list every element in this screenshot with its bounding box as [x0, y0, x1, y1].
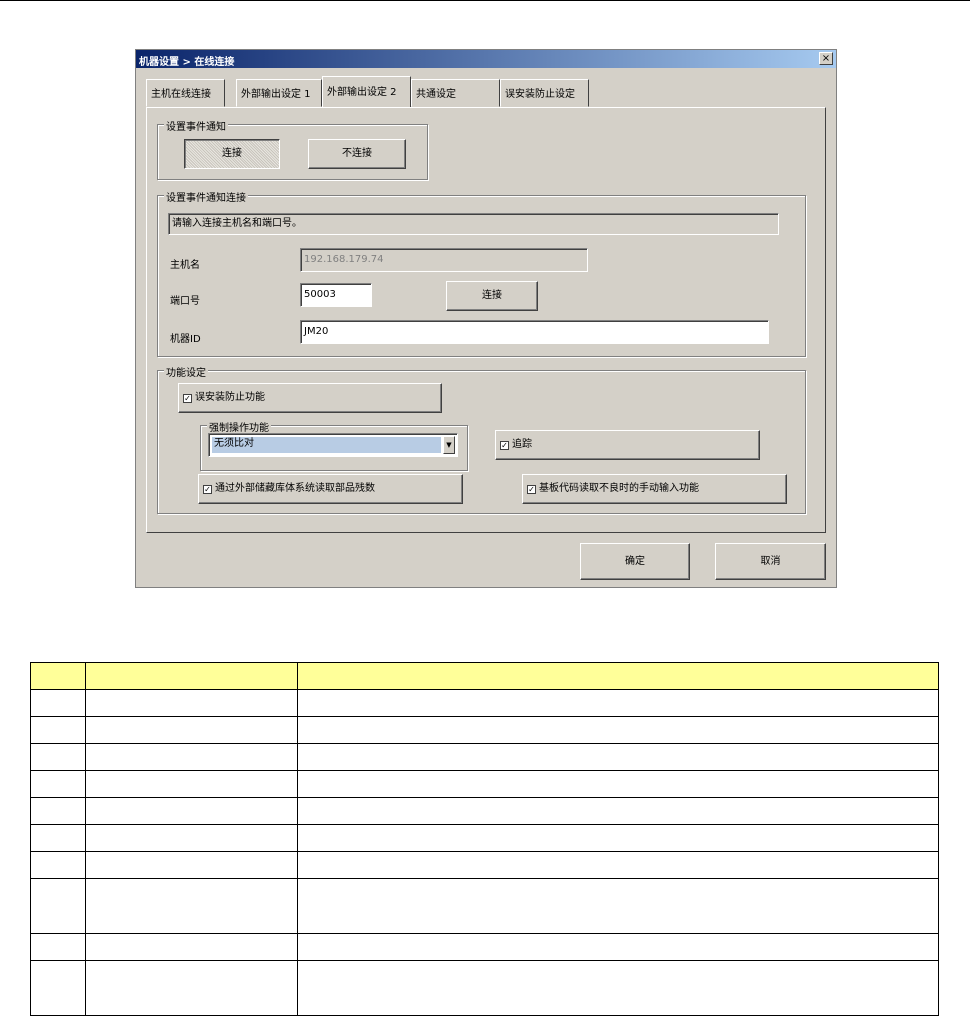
table-cell [30, 933, 86, 961]
table-row [30, 716, 940, 744]
table-row [30, 851, 940, 879]
table-cell [84, 933, 298, 961]
misinstall-prevent-label: 误安装防止功能 [195, 392, 265, 403]
table-cell [296, 960, 940, 1016]
table-row [30, 933, 940, 961]
external-storage-read-label: 通过外部储藏库体系统读取部品残数 [215, 483, 375, 494]
table-cell [296, 878, 940, 934]
misinstall-prevent-checkbox[interactable]: ✓ 误安装防止功能 [178, 383, 442, 413]
table-cell [296, 662, 940, 690]
ok-button[interactable]: 确定 [580, 543, 690, 580]
manual-input-label: 基板代码读取不良时的手动输入功能 [539, 483, 699, 494]
table-cell [30, 851, 86, 879]
machine-settings-dialog: 机器设置 > 在线连接 × 主机在线连接 外部输出设定 1 外部输出设定 2 共… [135, 49, 837, 588]
table-cell [30, 878, 86, 934]
table-row [30, 824, 940, 852]
tab-misinstall-prevention[interactable]: 误安装防止设定 [500, 79, 589, 107]
table-cell [296, 933, 940, 961]
table-row [30, 689, 940, 717]
event-connection-group-label: 设置事件通知连接 [164, 189, 248, 204]
table-cell [296, 689, 940, 717]
table-cell [84, 824, 298, 852]
table-cell [30, 824, 86, 852]
functions-group: 功能设定 ✓ 误安装防止功能 强制操作功能 无须比对 ▼ ✓ 追踪 ✓ 通过外部储藏库… [157, 364, 806, 514]
dialog-titlebar: 机器设置 > 在线连接 × [136, 50, 836, 68]
dialog-title: 机器设置 > 在线连接 [139, 57, 235, 68]
table-cell [30, 770, 86, 798]
instruction-text: 请输入连接主机名和端口号。 [168, 213, 779, 235]
tab-common-settings[interactable]: 共通设定 [411, 79, 500, 107]
checkbox-check-icon: ✓ [500, 440, 509, 450]
table-cell [84, 689, 298, 717]
table-cell [296, 851, 940, 879]
port-field[interactable]: 50003 [300, 283, 372, 307]
table-row [30, 770, 940, 798]
table-cell [296, 743, 940, 771]
table-cell [296, 797, 940, 825]
forced-operation-select[interactable]: 无须比对 ▼ [208, 433, 458, 457]
table-row [30, 797, 940, 825]
checkbox-check-icon: ✓ [203, 484, 212, 494]
page-top-rule [0, 0, 970, 1]
chevron-down-icon[interactable]: ▼ [443, 436, 455, 454]
table-cell [30, 716, 86, 744]
table-cell [84, 716, 298, 744]
forced-operation-group: 强制操作功能 无须比对 ▼ [200, 419, 468, 471]
table-cell [296, 716, 940, 744]
table-header-row [30, 662, 940, 690]
table-cell [84, 960, 298, 1016]
table-cell [30, 662, 86, 690]
checkbox-check-icon: ✓ [527, 484, 536, 494]
table-cell [84, 770, 298, 798]
forced-operation-group-label: 强制操作功能 [207, 419, 271, 434]
cancel-button[interactable]: 取消 [715, 543, 826, 580]
machine-id-label: 机器ID [170, 334, 201, 345]
tracking-label: 追踪 [512, 439, 532, 450]
test-connect-button[interactable]: 连接 [446, 281, 538, 311]
functions-group-label: 功能设定 [164, 364, 208, 379]
tracking-checkbox[interactable]: ✓ 追踪 [495, 430, 760, 460]
table-cell [84, 662, 298, 690]
machine-id-field[interactable]: JM20 [300, 320, 769, 344]
event-notify-group-label: 设置事件通知 [164, 118, 228, 133]
forced-operation-value: 无须比对 [212, 437, 441, 453]
table-cell [30, 960, 86, 1016]
tab-host-online[interactable]: 主机在线连接 [146, 79, 225, 107]
manual-input-checkbox[interactable]: ✓ 基板代码读取不良时的手动输入功能 [522, 474, 787, 504]
close-icon[interactable]: × [819, 52, 833, 65]
host-field[interactable]: 192.168.179.74 [300, 248, 588, 272]
port-label: 端口号 [170, 296, 200, 307]
table-row [30, 878, 940, 934]
notify-connect-button[interactable]: 连接 [184, 139, 280, 169]
tab-external-output-2[interactable]: 外部输出设定 2 [322, 76, 411, 107]
table-cell [84, 743, 298, 771]
external-storage-read-checkbox[interactable]: ✓ 通过外部储藏库体系统读取部品残数 [198, 474, 463, 504]
table-row [30, 743, 940, 771]
host-label: 主机名 [170, 260, 200, 271]
table-cell [30, 743, 86, 771]
table-cell [296, 824, 940, 852]
table-cell [84, 797, 298, 825]
table-row [30, 960, 940, 1016]
tab-panel: 设置事件通知 连接 不连接 设置事件通知连接 请输入连接主机名和端口号。 主机名… [146, 107, 826, 533]
checkbox-check-icon: ✓ [183, 393, 192, 403]
table-cell [30, 797, 86, 825]
notify-disconnect-button[interactable]: 不连接 [308, 139, 406, 169]
spec-table [30, 662, 940, 1016]
table-cell [84, 878, 298, 934]
tab-external-output-1[interactable]: 外部输出设定 1 [236, 79, 322, 107]
event-notify-group: 设置事件通知 连接 不连接 [157, 118, 428, 180]
event-connection-group: 设置事件通知连接 请输入连接主机名和端口号。 主机名 192.168.179.7… [157, 189, 806, 357]
table-cell [296, 770, 940, 798]
table-cell [84, 851, 298, 879]
table-cell [30, 689, 86, 717]
